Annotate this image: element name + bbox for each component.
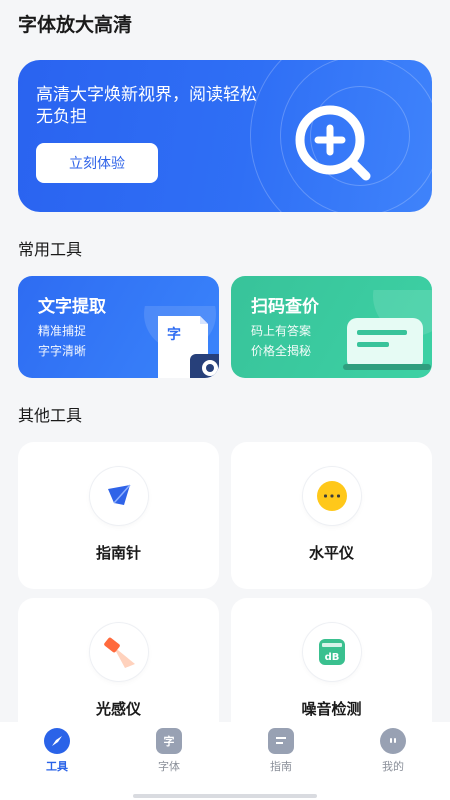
- section-title-common: 常用工具: [18, 240, 83, 259]
- light-sensor-icon: [104, 637, 135, 668]
- nav-label: 指南: [270, 760, 292, 773]
- icon-circle: [90, 623, 148, 681]
- hero-banner[interactable]: 高清大字焕新视界，阅读轻松无负担 立刻体验: [18, 60, 432, 212]
- level-icon: [317, 481, 347, 511]
- nav-label: 工具: [46, 760, 68, 773]
- nav-label: 字体: [158, 760, 180, 773]
- icon-circle: dB: [303, 623, 361, 681]
- icon-circle: [303, 467, 361, 525]
- document-char: 字: [167, 327, 181, 343]
- tool-label: 水平仪: [308, 544, 354, 562]
- card-subtitle: 码上有答案: [251, 324, 312, 338]
- noise-meter-icon: dB: [319, 639, 345, 665]
- magnify-plus-icon: [295, 105, 371, 181]
- home-indicator: [133, 794, 317, 798]
- card-subtitle: 字字清晰: [38, 344, 87, 358]
- tool-label: 噪音检测: [301, 700, 362, 718]
- section-title-other: 其他工具: [18, 406, 83, 425]
- text-extract-card[interactable]: 文字提取 精准捕捉 字字清晰 字: [18, 276, 219, 378]
- nav-label: 我的: [382, 760, 404, 773]
- guide-icon: [268, 728, 294, 754]
- db-label: dB: [325, 652, 340, 663]
- card-title: 文字提取: [38, 297, 106, 317]
- profile-icon: [380, 728, 406, 754]
- page-title: 字体放大高清: [18, 14, 133, 36]
- tool-label: 指南针: [95, 544, 141, 562]
- compass-icon: [44, 728, 70, 754]
- card-subtitle: 价格全揭秘: [251, 344, 312, 358]
- hero-title: 高清大字焕新视界，阅读轻松无负担: [36, 85, 257, 127]
- bottom-nav: 工具 字 字体 指南 我的: [0, 722, 450, 800]
- compass-tool[interactable]: 指南针: [18, 442, 219, 589]
- card-subtitle: 精准捕捉: [38, 324, 87, 338]
- compass-icon: [108, 484, 131, 505]
- font-icon: 字: [156, 728, 182, 754]
- level-tool[interactable]: 水平仪: [231, 442, 432, 589]
- nav-tools[interactable]: 工具: [17, 728, 97, 776]
- nav-guide[interactable]: 指南: [241, 728, 321, 776]
- card-title: 扫码查价: [251, 297, 319, 317]
- price-tag-icon: [343, 290, 432, 370]
- nav-mine[interactable]: 我的: [353, 728, 433, 776]
- try-now-button[interactable]: 立刻体验: [36, 143, 158, 183]
- icon-circle: [90, 467, 148, 525]
- scan-price-card[interactable]: 扫码查价 码上有答案 价格全揭秘: [231, 276, 432, 378]
- font-icon-char: 字: [163, 735, 175, 748]
- tool-label: 光感仪: [95, 700, 141, 718]
- nav-font[interactable]: 字 字体: [129, 728, 209, 776]
